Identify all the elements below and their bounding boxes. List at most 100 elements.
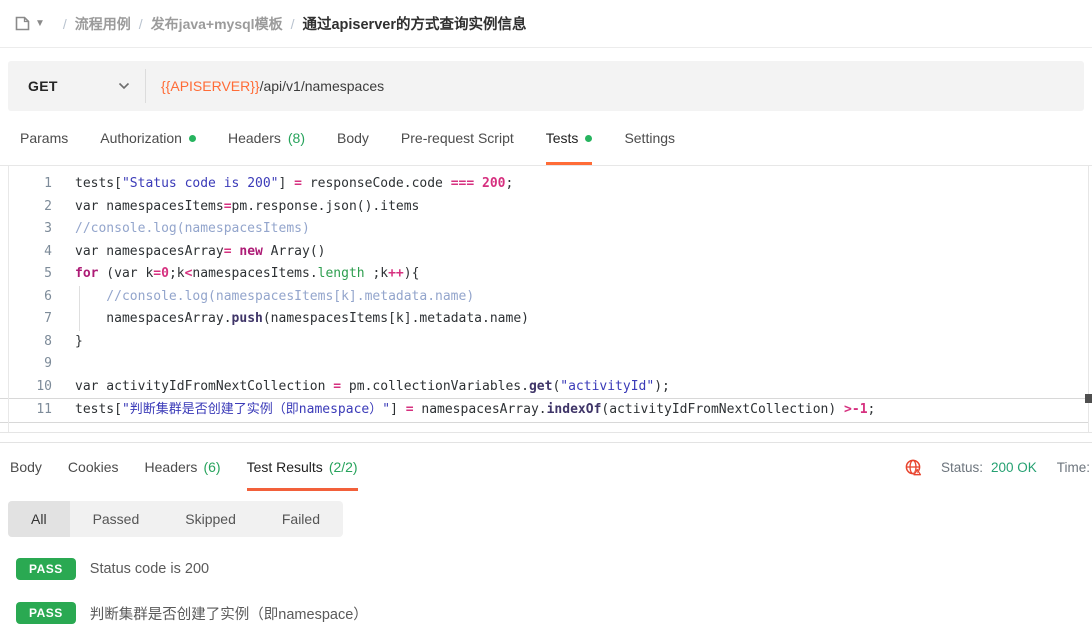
tab-label: Cookies: [68, 459, 119, 475]
token: ){: [404, 266, 420, 281]
token: pm.response.json().items: [232, 199, 420, 214]
method-label: GET: [28, 78, 58, 94]
test-result-text: Status code is 200: [90, 561, 209, 577]
response-bar: Body Cookies Headers(6) Test Results (2/2) S…: [0, 443, 1092, 491]
token: [474, 176, 482, 191]
test-result-row: PASS判断集群是否创建了实例（即namespace）: [0, 602, 1092, 624]
chevron-down-icon[interactable]: ▼: [35, 18, 45, 29]
response-meta: Status: 200 OK Time:: [904, 443, 1092, 491]
tab-tests[interactable]: Tests: [546, 111, 593, 165]
breadcrumb-separator: /: [63, 16, 67, 32]
green-dot-icon: [585, 135, 592, 142]
status-label: Status:: [941, 460, 983, 475]
code-text: //console.log(namespacesItems): [52, 218, 1092, 241]
token: for: [75, 266, 98, 281]
method-selector[interactable]: GET: [8, 61, 145, 111]
code-line: 7 namespacesArray.push(namespacesItems[k…: [0, 308, 1092, 331]
tab-count: (8): [288, 130, 305, 146]
tab-count: (2/2): [329, 459, 358, 475]
chevron-down-icon: [118, 82, 130, 90]
tab-body[interactable]: Body: [337, 111, 369, 165]
response-tab-test-results[interactable]: Test Results (2/2): [247, 443, 358, 491]
token: ===: [451, 176, 474, 191]
token: (var k: [98, 266, 153, 281]
breadcrumb-current: 通过apiserver的方式查询实例信息: [302, 13, 526, 34]
token: namespacesArray.: [75, 311, 232, 326]
token: ;: [868, 402, 876, 417]
tab-settings[interactable]: Settings: [624, 111, 675, 165]
code-text: var namespacesItems=pm.response.json().i…: [52, 196, 1092, 219]
token: var namespacesArray: [75, 244, 224, 259]
token: tests[: [75, 176, 122, 191]
token: ;k: [365, 266, 388, 281]
code-line: 4var namespacesArray= new Array(): [0, 241, 1092, 264]
code-line: 11tests["判断集群是否创建了实例（即namespace）"] = nam…: [0, 398, 1088, 423]
token: =: [294, 176, 302, 191]
code-text: tests["判断集群是否创建了实例（即namespace）"] = names…: [52, 399, 1088, 422]
tab-count: (6): [203, 459, 220, 475]
breadcrumb: /流程用例/发布java+mysql模板/通过apiserver的方式查询实例信…: [55, 13, 527, 34]
token: new: [239, 244, 262, 259]
time-label: Time:: [1057, 460, 1090, 475]
code-line: 10var activityIdFromNextCollection = pm.…: [0, 376, 1092, 399]
filter-all[interactable]: All: [8, 501, 70, 537]
tab-label: Test Results: [247, 459, 323, 475]
response-tab-headers[interactable]: Headers(6): [145, 443, 221, 491]
url-path: /api/v1/namespaces: [260, 78, 385, 94]
network-warning-icon[interactable]: [904, 458, 923, 477]
response-tab-body[interactable]: Body: [10, 443, 42, 491]
breadcrumb-item[interactable]: 发布java+mysql模板: [151, 14, 283, 34]
breadcrumb-separator: /: [291, 16, 295, 32]
token: =: [153, 266, 161, 281]
tab-label: Pre-request Script: [401, 130, 514, 146]
token: 200: [482, 176, 505, 191]
code-line: 1tests["Status code is 200"] = responseC…: [0, 173, 1092, 196]
request-tabs: Params Authorization Headers(8) Body Pre-req…: [0, 111, 1092, 166]
code-line: 2var namespacesItems=pm.response.json().…: [0, 196, 1092, 219]
code-text: var namespacesArray= new Array(): [52, 241, 1092, 264]
token: Array(): [263, 244, 326, 259]
pass-badge: PASS: [16, 558, 76, 580]
code-text: [52, 353, 1092, 376]
token: =: [224, 199, 232, 214]
tab-pre-request-script[interactable]: Pre-request Script: [401, 111, 514, 165]
tests-editor[interactable]: 1tests["Status code is 200"] = responseC…: [0, 166, 1092, 433]
token: ]: [279, 176, 295, 191]
tab-params[interactable]: Params: [20, 111, 68, 165]
filter-skipped[interactable]: Skipped: [162, 501, 259, 537]
code-line: 6 //console.log(namespacesItems[k].metad…: [0, 286, 1092, 309]
tab-label: Params: [20, 130, 68, 146]
breadcrumb-item[interactable]: 流程用例: [75, 14, 131, 34]
token: (namespacesItems[k].metadata.name): [263, 311, 529, 326]
test-result-row: PASS Status code is 200: [0, 558, 1092, 580]
tab-authorization[interactable]: Authorization: [100, 111, 196, 165]
code-text: //console.log(namespacesItems[k].metadat…: [52, 286, 1092, 309]
url-variable: {{APISERVER}}: [161, 78, 260, 94]
editor-border: [8, 166, 9, 432]
token: pm.collectionVariables.: [341, 379, 529, 394]
code-line: 8}: [0, 331, 1092, 354]
token: namespacesItems.: [192, 266, 317, 281]
green-dot-icon: [189, 135, 196, 142]
token: );: [654, 379, 670, 394]
scrollbar-thumb[interactable]: [1085, 394, 1092, 403]
filter-passed[interactable]: Passed: [70, 501, 163, 537]
url-input[interactable]: {{APISERVER}}/api/v1/namespaces: [146, 61, 384, 111]
tab-headers[interactable]: Headers(8): [228, 111, 305, 165]
token: namespacesArray.: [414, 402, 547, 417]
scrollbar-track: [1088, 166, 1089, 432]
token: ]: [390, 402, 406, 417]
tab-label: Tests: [546, 130, 579, 146]
response-tab-cookies[interactable]: Cookies: [68, 443, 119, 491]
token: "Status code is 200": [122, 176, 279, 191]
token: =: [333, 379, 341, 394]
filter-failed[interactable]: Failed: [259, 501, 343, 537]
token: push: [232, 311, 263, 326]
tab-label: Authorization: [100, 130, 182, 146]
url-bar: GET {{APISERVER}}/api/v1/namespaces: [8, 61, 1084, 111]
status-value: 200 OK: [991, 460, 1037, 475]
section-divider: [0, 433, 1092, 443]
request-file-icon[interactable]: [14, 15, 31, 32]
token: =: [224, 244, 232, 259]
code-text: }: [52, 331, 1092, 354]
